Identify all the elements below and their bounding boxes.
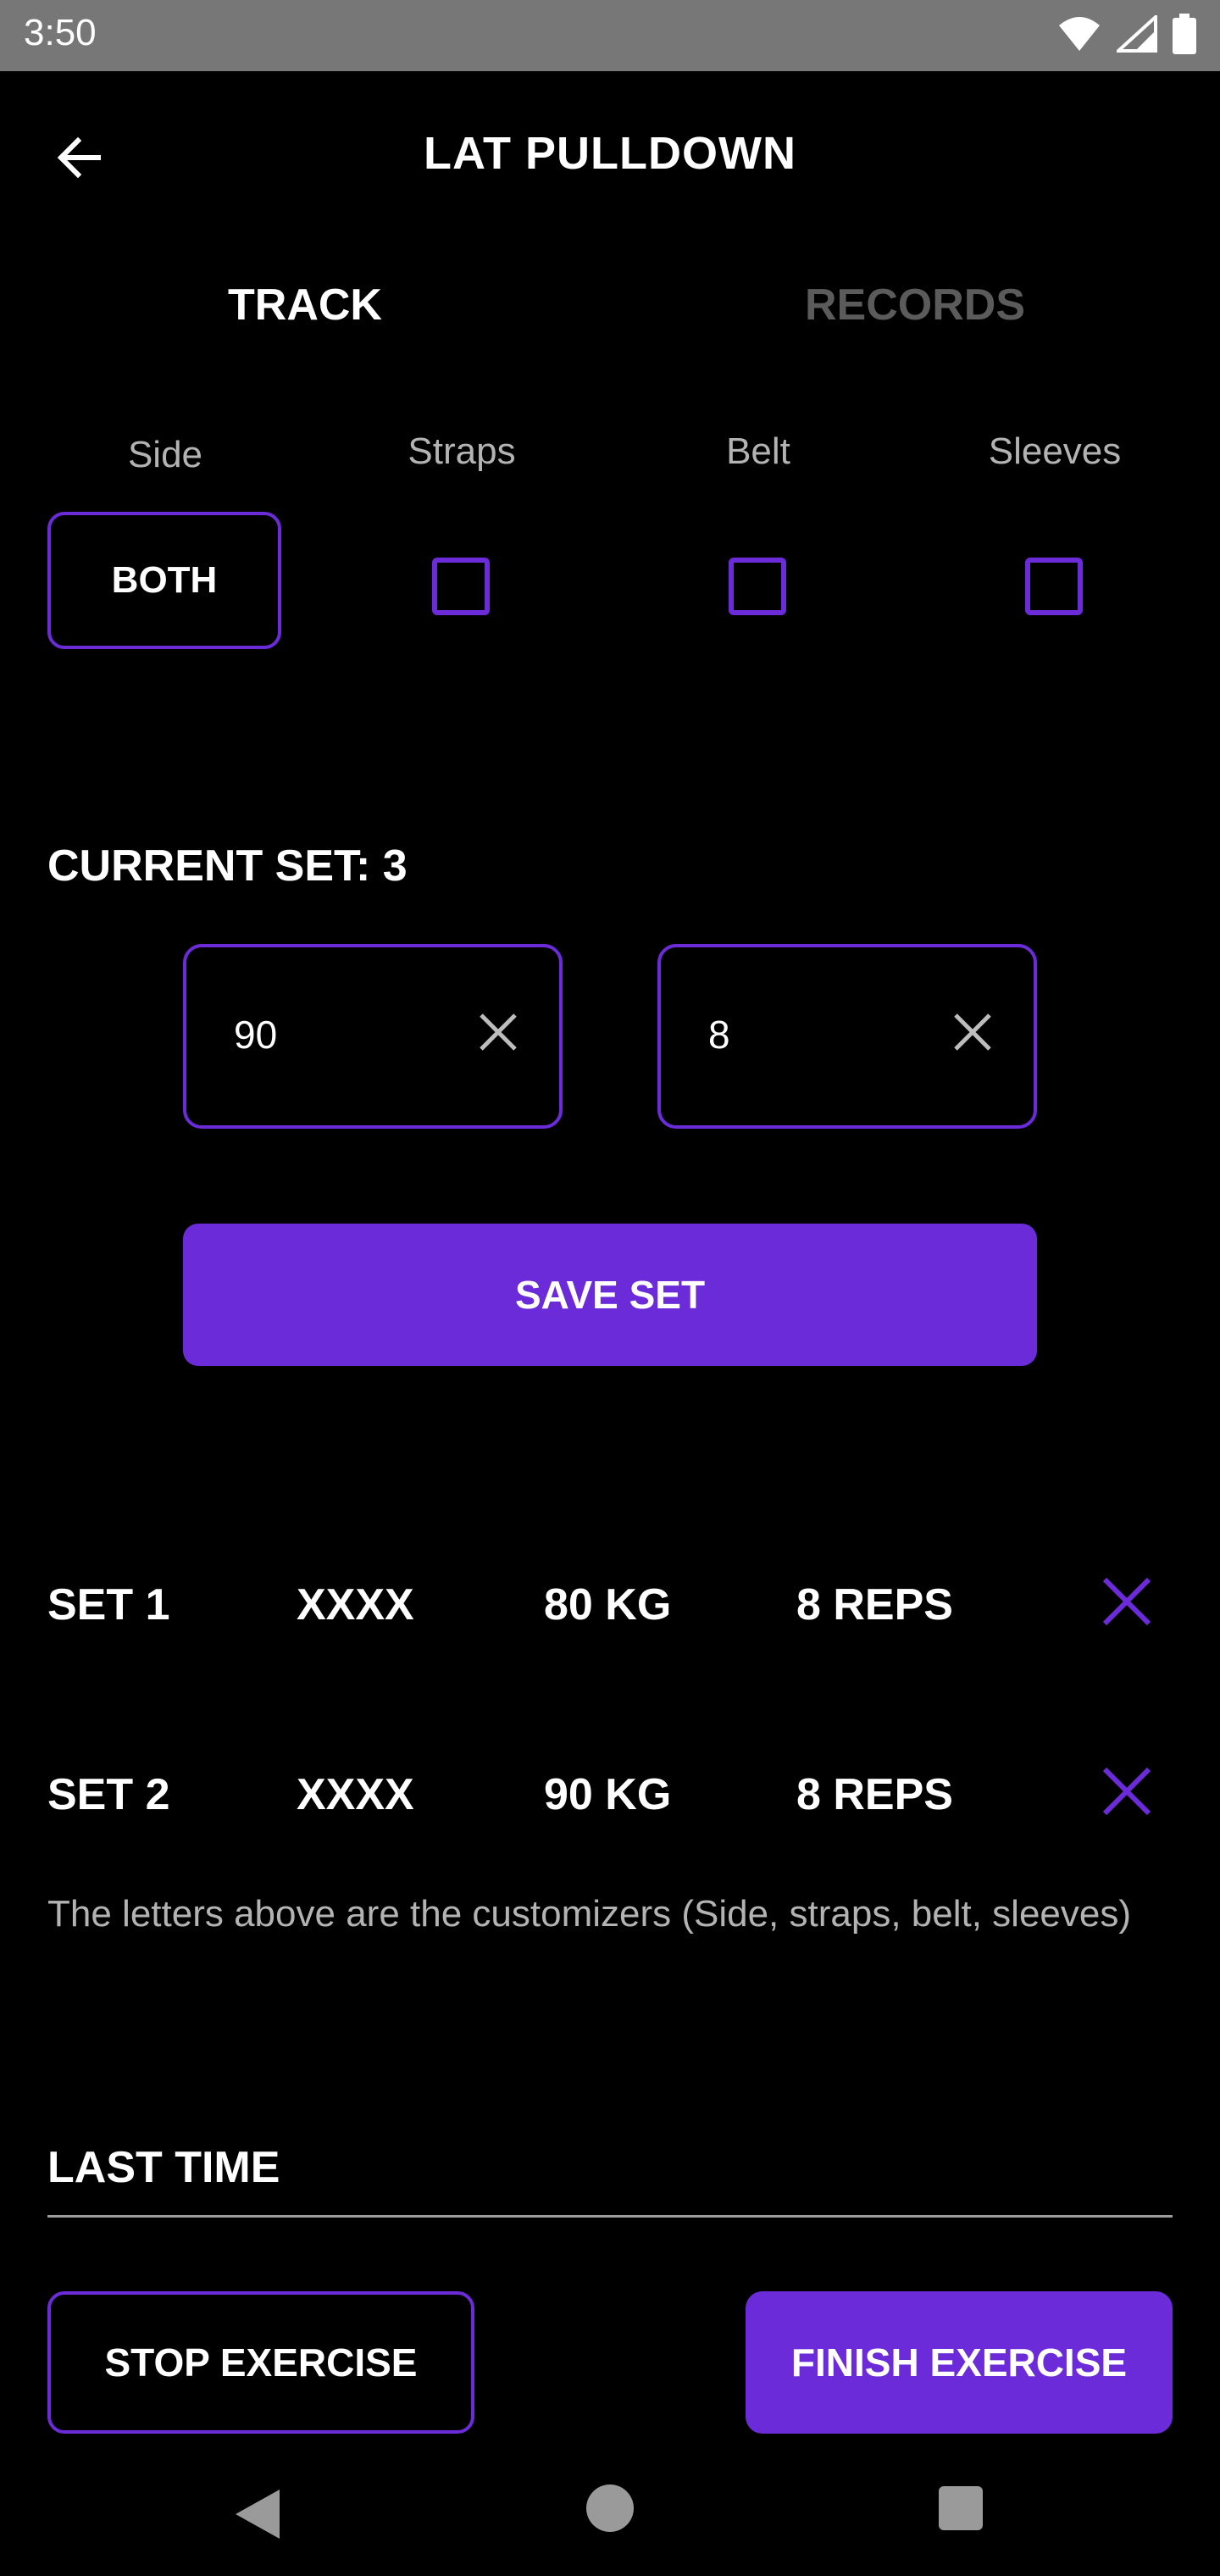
status-time: 3:50: [24, 12, 97, 53]
nav-recents-icon[interactable]: [939, 2486, 983, 2530]
straps-checkbox[interactable]: [432, 558, 490, 615]
set-row: SET 2 XXXX 90 KG 8 REPS: [0, 1744, 1220, 1846]
stop-exercise-button[interactable]: STOP EXERCISE: [47, 2291, 474, 2434]
clear-weight-icon[interactable]: [474, 1008, 522, 1056]
reps-input[interactable]: 8: [657, 944, 1037, 1129]
set-weight: 90 KG: [544, 1770, 672, 1819]
side-selector-button[interactable]: BOTH: [47, 512, 281, 649]
save-set-button[interactable]: SAVE SET: [183, 1224, 1037, 1366]
weight-input-value: 90: [234, 1013, 278, 1057]
set-number: SET 2: [47, 1770, 170, 1819]
set-customizers: XXXX: [297, 1580, 414, 1629]
current-set-label: CURRENT SET: 3: [47, 841, 408, 891]
battery-icon: [1173, 14, 1196, 54]
nav-back-icon[interactable]: [229, 2484, 288, 2544]
set-reps: 8 REPS: [796, 1770, 953, 1819]
delete-set-2-icon[interactable]: [1098, 1763, 1156, 1820]
set-row: SET 1 XXXX 80 KG 8 REPS: [0, 1554, 1220, 1656]
finish-exercise-button[interactable]: FINISH EXERCISE: [746, 2291, 1173, 2434]
straps-label: Straps: [408, 430, 516, 472]
tab-track[interactable]: TRACK: [0, 280, 610, 330]
status-icons: [1057, 14, 1196, 54]
divider: [47, 2215, 1173, 2218]
delete-set-1-icon[interactable]: [1098, 1573, 1156, 1630]
belt-label: Belt: [726, 430, 790, 472]
set-weight: 80 KG: [544, 1580, 672, 1629]
belt-checkbox[interactable]: [729, 558, 786, 615]
sleeves-checkbox[interactable]: [1025, 558, 1083, 615]
status-bar: 3:50: [0, 0, 1220, 71]
weight-input[interactable]: 90: [183, 944, 563, 1129]
set-number: SET 1: [47, 1580, 170, 1629]
page-title: LAT PULLDOWN: [424, 128, 796, 179]
last-time-heading: LAST TIME: [47, 2143, 280, 2192]
set-reps: 8 REPS: [796, 1580, 953, 1629]
nav-home-icon[interactable]: [586, 2484, 634, 2532]
system-nav-bar: [0, 2457, 1220, 2576]
set-customizers: XXXX: [297, 1770, 414, 1819]
clear-reps-icon[interactable]: [949, 1008, 996, 1056]
signal-icon: [1117, 15, 1157, 53]
tab-records[interactable]: RECORDS: [610, 280, 1220, 330]
reps-input-value: 8: [708, 1013, 730, 1057]
sleeves-label: Sleeves: [988, 430, 1122, 472]
wifi-icon: [1059, 17, 1100, 51]
customizer-note: The letters above are the customizers (S…: [47, 1893, 1132, 1935]
side-label: Side: [127, 434, 203, 475]
